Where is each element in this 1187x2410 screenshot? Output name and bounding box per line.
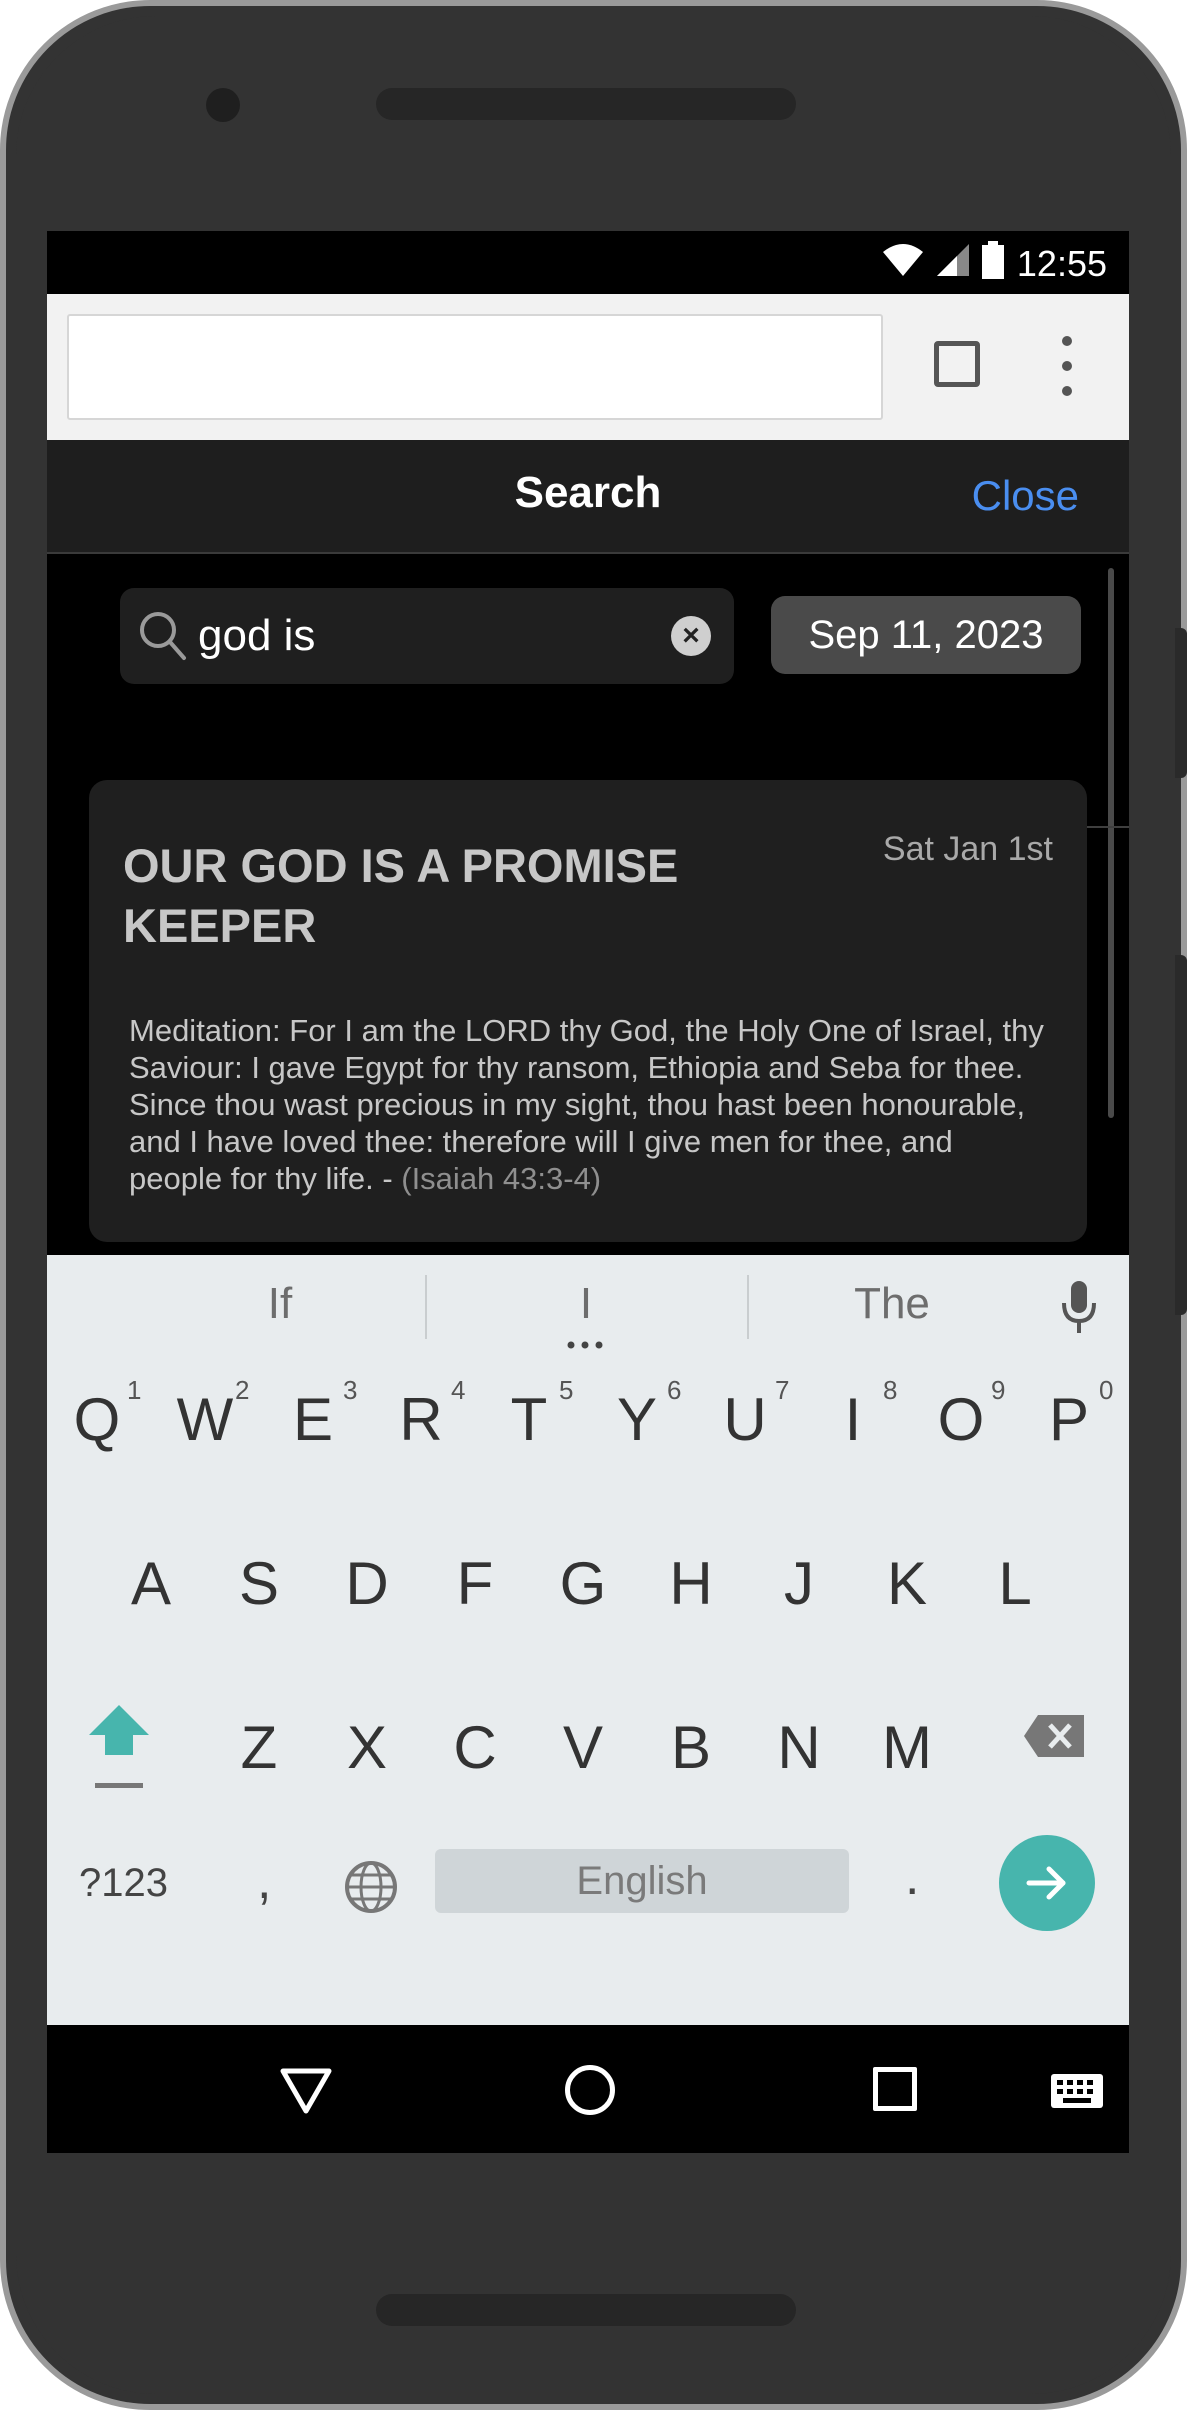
screen: 12:55 Search Close × Sep 11, 2023 [47, 231, 1129, 2153]
wifi-icon [883, 244, 923, 276]
mic-icon[interactable] [1061, 1279, 1097, 1335]
more-suggestions-icon [567, 1341, 603, 1349]
suggestion-2[interactable]: I [436, 1279, 736, 1329]
period-key[interactable]: . [905, 1847, 919, 1907]
status-bar: 12:55 [47, 231, 1129, 294]
suggestion-1[interactable]: If [130, 1279, 430, 1329]
search-input[interactable] [198, 606, 648, 666]
result-date: Sat Jan 1st [882, 830, 1053, 868]
key-m[interactable]: M [857, 1713, 957, 1782]
home-icon[interactable] [565, 2065, 615, 2115]
symbols-key[interactable]: ?123 [79, 1861, 168, 1906]
key-hint-9: 9 [991, 1375, 1006, 1405]
browser-toolbar [47, 294, 1129, 440]
key-hint-1: 1 [127, 1375, 142, 1405]
key-f[interactable]: F [425, 1549, 525, 1618]
suggestion-3[interactable]: The [742, 1279, 1042, 1329]
date-picker-button[interactable]: Sep 11, 2023 [771, 596, 1081, 674]
suggestion-separator [425, 1275, 427, 1339]
signal-icon [937, 244, 969, 276]
result-title: OUR GOD IS A PROMISE KEEPER [123, 839, 679, 952]
space-bar[interactable]: English [435, 1849, 849, 1913]
shift-icon[interactable] [87, 1701, 151, 1791]
key-x[interactable]: X [317, 1713, 417, 1782]
key-hint-4: 4 [451, 1375, 466, 1405]
comma-key[interactable]: , [257, 1851, 271, 1911]
key-s[interactable]: S [209, 1549, 309, 1618]
key-j[interactable]: J [749, 1549, 849, 1618]
result-body: Meditation: For I am the LORD thy God, t… [129, 1012, 1049, 1197]
key-n[interactable]: N [749, 1713, 849, 1782]
result-card[interactable]: OUR GOD IS A PROMISE KEEPER Sat Jan 1st … [89, 780, 1087, 1242]
search-box[interactable]: × [120, 588, 734, 684]
clear-icon[interactable]: × [671, 616, 711, 656]
suggestion-strip: If I The [47, 1255, 1129, 1357]
enter-arrow-icon [1026, 1866, 1066, 1900]
volume-button [1175, 628, 1187, 778]
search-row: × Sep 11, 2023 [47, 554, 1129, 828]
key-hint-7: 7 [775, 1375, 790, 1405]
key-hint-3: 3 [343, 1375, 358, 1405]
key-k[interactable]: K [857, 1549, 957, 1618]
key-hint-0: 0 [1099, 1375, 1114, 1405]
close-button[interactable]: Close [972, 472, 1079, 520]
url-bar[interactable] [67, 314, 883, 420]
app-header: Search Close [47, 440, 1129, 554]
key-h[interactable]: H [641, 1549, 741, 1618]
battery-icon [982, 241, 1004, 279]
soft-keyboard: If I The Q W E R T Y U I O P 1 2 3 4 5 6… [47, 1255, 1129, 2025]
earpiece-speaker [376, 88, 796, 120]
key-hint-6: 6 [667, 1375, 682, 1405]
menu-icon[interactable] [1060, 336, 1074, 396]
key-l[interactable]: L [965, 1549, 1065, 1618]
front-camera [206, 88, 240, 122]
keyboard-switch-icon[interactable] [1050, 2073, 1104, 2109]
key-g[interactable]: G [533, 1549, 633, 1618]
recents-icon[interactable] [873, 2067, 917, 2111]
key-hint-2: 2 [235, 1375, 250, 1405]
key-b[interactable]: B [641, 1713, 741, 1782]
backspace-icon[interactable] [1022, 1713, 1086, 1759]
status-time: 12:55 [1016, 243, 1107, 284]
key-v[interactable]: V [533, 1713, 633, 1782]
globe-icon[interactable] [343, 1859, 399, 1915]
power-button [1175, 955, 1187, 1315]
navigation-bar [47, 2025, 1129, 2153]
key-hint-8: 8 [883, 1375, 898, 1405]
key-d[interactable]: D [317, 1549, 417, 1618]
back-icon[interactable] [279, 2065, 333, 2115]
status-icons [881, 241, 1005, 279]
page-title: Search [514, 468, 662, 517]
key-hint-5: 5 [559, 1375, 574, 1405]
enter-key[interactable] [999, 1835, 1095, 1931]
key-c[interactable]: C [425, 1713, 525, 1782]
bottom-speaker [376, 2294, 796, 2326]
search-icon [140, 612, 186, 660]
key-z[interactable]: Z [209, 1713, 309, 1782]
key-a[interactable]: A [101, 1549, 201, 1618]
result-reference: (Isaiah 43:3-4) [401, 1161, 602, 1196]
tabs-icon[interactable] [934, 341, 980, 387]
